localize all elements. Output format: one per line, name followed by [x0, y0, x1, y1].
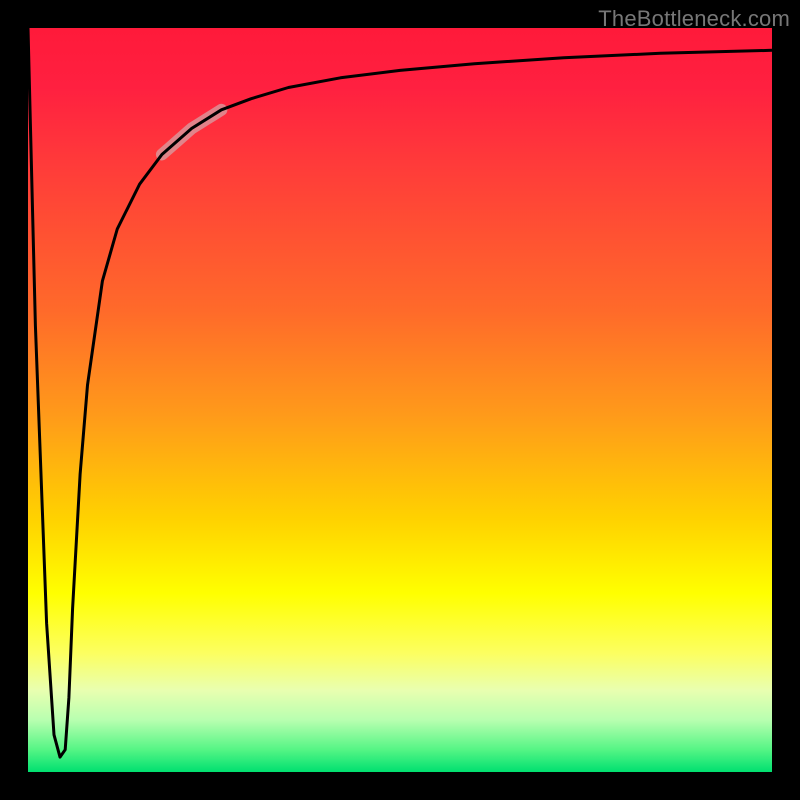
curve-svg — [28, 28, 772, 772]
chart-frame: TheBottleneck.com — [0, 0, 800, 800]
bottleneck-curve — [28, 28, 772, 757]
plot-area — [28, 28, 772, 772]
